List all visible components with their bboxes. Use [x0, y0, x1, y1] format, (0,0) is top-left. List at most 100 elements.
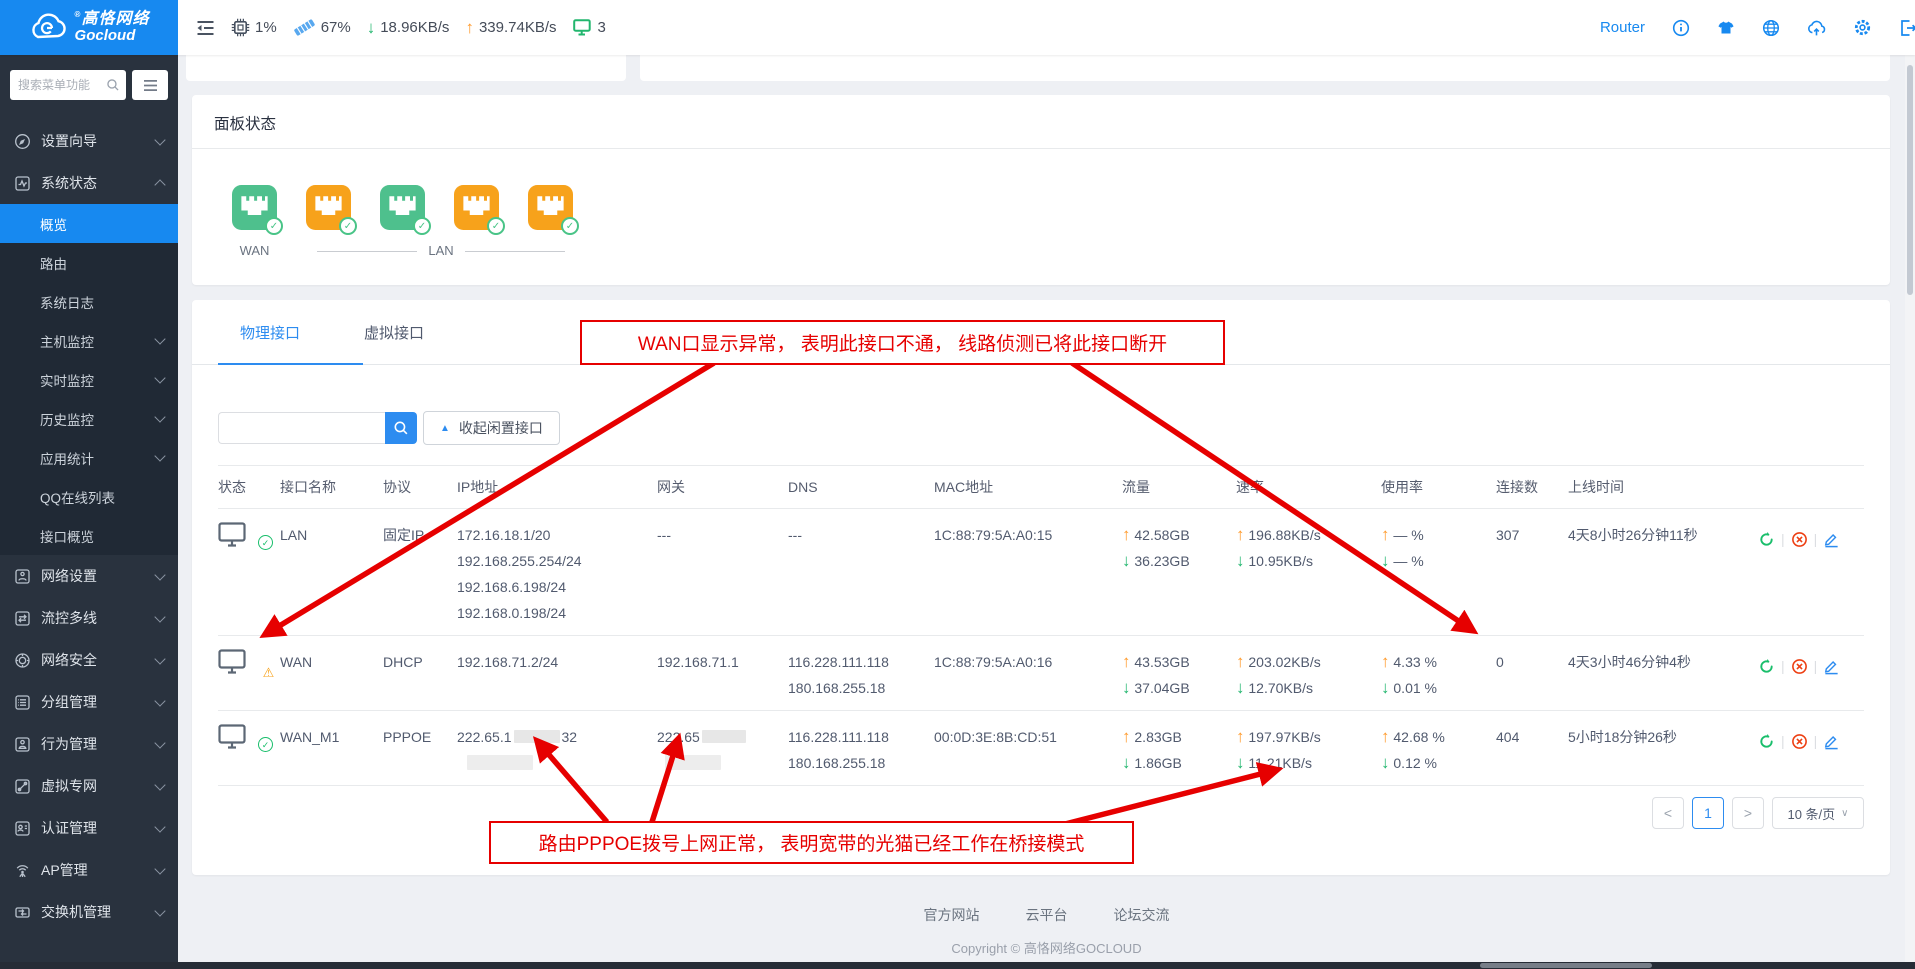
interface-dns: 116.228.111.118 180.168.255.18 — [788, 649, 934, 701]
sidebar-item-auth-management[interactable]: 认证管理 — [0, 807, 178, 849]
gear-icon[interactable] — [1853, 18, 1872, 37]
tab-virtual-interfaces[interactable]: 虚拟接口 — [342, 322, 446, 343]
upload-stat: ↑ 339.74KB/s — [465, 18, 556, 38]
refresh-icon[interactable] — [1758, 733, 1775, 750]
disable-icon[interactable] — [1791, 658, 1808, 675]
logout-icon[interactable] — [1899, 19, 1915, 37]
collapse-idle-interfaces-button[interactable]: ▲ 收起闲置接口 — [423, 411, 560, 445]
vertical-scrollbar-thumb[interactable] — [1907, 65, 1913, 295]
chevron-down-icon — [154, 333, 165, 344]
globe-icon[interactable] — [1762, 19, 1780, 37]
interface-ip-masked: 222.65.132 — [457, 724, 657, 770]
interface-rate: ↑ 196.88KB/s ↓ 10.95KB/s — [1236, 522, 1381, 574]
chevron-down-icon — [154, 450, 165, 461]
sidebar-item-switch-management[interactable]: 交换机管理 — [0, 891, 178, 933]
redaction-mask — [702, 730, 746, 743]
footer-link-official-site[interactable]: 官方网站 — [924, 905, 980, 925]
interface-usage: ↑ 4.33 % ↓ 0.01 % — [1381, 649, 1496, 701]
sidebar-item-behavior-management[interactable]: 行为管理 — [0, 723, 178, 765]
sidebar-item-overview[interactable]: 概览 — [0, 204, 178, 243]
download-value: 18.96KB/s — [380, 19, 449, 36]
sidebar-item-host-monitor[interactable]: 主机监控 — [0, 321, 178, 360]
search-icon — [106, 78, 120, 92]
cloud-upload-icon[interactable] — [1807, 19, 1826, 37]
chevron-down-icon — [154, 411, 165, 422]
sidebar-item-group-management[interactable]: 分组管理 — [0, 681, 178, 723]
interface-dns: --- — [788, 522, 934, 548]
brand-name-en: Gocloud — [75, 28, 150, 44]
sidebar-item-network-security[interactable]: 网络安全 — [0, 639, 178, 681]
status-ok-icon: ✓ — [218, 522, 270, 548]
pagination-prev-button[interactable]: < — [1652, 797, 1684, 829]
cpu-icon — [231, 18, 250, 37]
refresh-icon[interactable] — [1758, 531, 1775, 548]
disable-icon[interactable] — [1791, 733, 1808, 750]
interface-connections: 307 — [1496, 522, 1568, 548]
sidebar-item-qq-online-list[interactable]: QQ在线列表 — [0, 477, 178, 516]
tab-physical-interfaces[interactable]: 物理接口 — [218, 322, 322, 343]
page-size-select[interactable]: 10 条/页 ∨ — [1772, 797, 1864, 829]
footer-link-cloud-platform[interactable]: 云平台 — [1026, 905, 1068, 925]
table-row-lan: ✓ LAN 固定IP 172.16.18.1/20 192.168.255.25… — [218, 509, 1864, 636]
sidebar-item-flow-control[interactable]: 流控多线 — [0, 597, 178, 639]
redaction-mask — [665, 755, 721, 770]
online-devices-value: 3 — [598, 19, 606, 36]
pagination-next-button[interactable]: > — [1732, 797, 1764, 829]
brand-logo: ®高恪网络 Gocloud — [0, 0, 178, 55]
lan-bracket-line — [317, 251, 417, 252]
pagination-page-1[interactable]: 1 — [1692, 797, 1724, 829]
horizontal-scrollbar-thumb[interactable] — [1480, 963, 1652, 968]
sidebar-item-system-status[interactable]: 系统状态 — [0, 162, 178, 204]
edit-icon[interactable] — [1823, 733, 1840, 750]
flow-control-icon — [14, 610, 31, 627]
switch-icon — [14, 904, 31, 921]
chevron-down-icon — [154, 737, 165, 748]
search-button[interactable] — [385, 412, 417, 444]
port-lan-4: ✓ — [528, 185, 573, 230]
menu-fold-icon[interactable] — [196, 20, 215, 36]
router-link[interactable]: Router — [1600, 19, 1645, 36]
sidebar-item-vpn[interactable]: 虚拟专网 — [0, 765, 178, 807]
auth-id-icon — [14, 820, 31, 837]
sidebar-item-interface-overview[interactable]: 接口概览 — [0, 516, 178, 555]
hamburger-icon — [143, 79, 158, 92]
card-fragment-right — [640, 55, 1890, 81]
disable-icon[interactable] — [1791, 531, 1808, 548]
sidebar-item-setup-wizard[interactable]: 设置向导 — [0, 120, 178, 162]
port-wan: ✓ — [232, 185, 277, 230]
sidebar-nav: 设置向导 系统状态 概览 路由 系统日志 主机监控 — [0, 120, 178, 965]
interface-search-input[interactable] — [218, 412, 385, 444]
security-target-icon — [14, 652, 31, 669]
chevron-down-icon — [154, 653, 165, 664]
port-lan-1: ✓ — [306, 185, 351, 230]
sidebar-item-network-settings[interactable]: 网络设置 — [0, 555, 178, 597]
sidebar-item-ap-management[interactable]: AP管理 — [0, 849, 178, 891]
cpu-value: 1% — [255, 19, 277, 36]
interfaces-table: 状态 接口名称 协议 IP地址 网关 DNS MAC地址 流量 速率 使用率 连… — [218, 465, 1864, 786]
sidebar-item-app-stats[interactable]: 应用统计 — [0, 438, 178, 477]
sidebar-item-history-monitor[interactable]: 历史监控 — [0, 399, 178, 438]
status-ok-icon: ✓ — [218, 724, 270, 750]
edit-icon[interactable] — [1823, 531, 1840, 548]
theme-tshirt-icon[interactable] — [1717, 20, 1735, 35]
online-devices-stat: 3 — [573, 19, 606, 36]
port-ok-badge: ✓ — [265, 217, 283, 235]
port-lan-2: ✓ — [380, 185, 425, 230]
footer-links: 官方网站 云平台 论坛交流 — [178, 905, 1915, 925]
interface-protocol: DHCP — [383, 649, 457, 675]
memory-value: 67% — [321, 19, 351, 36]
horizontal-scrollbar — [0, 962, 1915, 969]
table-toolbar: ▲ 收起闲置接口 — [218, 411, 1890, 445]
info-icon[interactable] — [1672, 19, 1690, 37]
sidebar-item-routing[interactable]: 路由 — [0, 243, 178, 282]
sidebar-item-realtime-monitor[interactable]: 实时监控 — [0, 360, 178, 399]
menu-list-button[interactable] — [132, 70, 168, 100]
chevron-down-icon: ∨ — [1841, 808, 1848, 819]
footer-link-forum[interactable]: 论坛交流 — [1114, 905, 1170, 925]
sidebar-item-system-log[interactable]: 系统日志 — [0, 282, 178, 321]
interface-gateway-masked: 222.65 — [657, 724, 788, 770]
system-stats: 1% 67% ↓ 18.96KB/s ↑ 339.74KB/s — [231, 18, 606, 38]
interface-usage: ↑ — % ↓ — % — [1381, 522, 1496, 574]
edit-icon[interactable] — [1823, 658, 1840, 675]
refresh-icon[interactable] — [1758, 658, 1775, 675]
